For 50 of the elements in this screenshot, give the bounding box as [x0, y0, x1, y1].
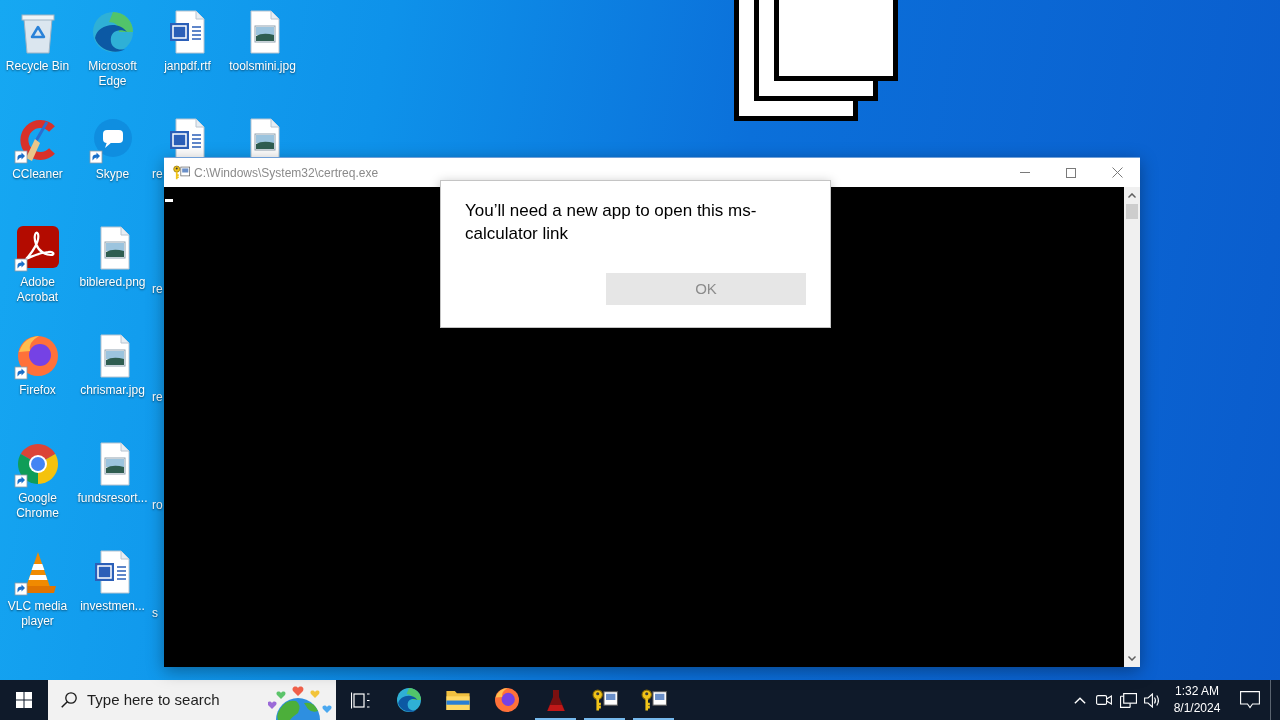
key-certificate-icon [640, 689, 667, 711]
close-icon [1111, 167, 1123, 178]
flask-icon [546, 689, 565, 711]
volume-icon [1143, 692, 1161, 708]
key-certificate-icon [591, 689, 618, 711]
icon-label[interactable]: CCleaner [0, 167, 75, 182]
icon-label[interactable]: fundsresort... [75, 491, 150, 506]
icon-label[interactable]: VLC media player [0, 599, 75, 629]
chevron-down-icon [1128, 656, 1136, 661]
icon-label[interactable]: chrismar.jpg [75, 383, 150, 398]
icon-label[interactable]: investmen... [75, 599, 150, 614]
chevron-up-icon [1074, 696, 1086, 704]
task-view-icon [350, 691, 370, 709]
icon-label[interactable]: toolsmini.jpg [225, 59, 300, 74]
icon-label[interactable]: Skype [75, 167, 150, 182]
search-placeholder: Type here to search [87, 689, 220, 710]
notifications-icon [1240, 691, 1260, 709]
search-field[interactable]: Type here to search [48, 680, 336, 720]
dialog-message: You’ll need a new app to open this ms-calculator link [465, 200, 758, 245]
icon-label[interactable]: Firefox [0, 383, 75, 398]
icon-label[interactable]: re [150, 390, 163, 405]
icon-label[interactable]: re [150, 282, 163, 297]
clock-date: 8/1/2024 [1173, 700, 1221, 717]
browser-logo-icon [494, 688, 519, 712]
icon-label[interactable]: Adobe Acrobat [0, 275, 75, 305]
icon-label[interactable]: biblered.png [75, 275, 150, 290]
icon-label[interactable]: s [150, 606, 158, 621]
camera-icon [1096, 694, 1112, 706]
windows-logo-icon [16, 692, 32, 708]
browser-logo-icon [396, 688, 421, 712]
key-certificate-icon [173, 165, 190, 180]
clock-time: 1:32 AM [1175, 683, 1219, 700]
globe-hearts-illustration [268, 685, 332, 720]
icon-label[interactable]: Microsoft Edge [75, 59, 150, 89]
icon-label[interactable]: re [150, 167, 163, 182]
network-monitor-icon [1119, 692, 1137, 708]
maximize-icon [1066, 167, 1076, 178]
text-cursor [165, 199, 173, 202]
icon-label[interactable]: Google Chrome [0, 491, 75, 521]
window-title: C:\Windows\System32\certreq.exe [194, 164, 379, 182]
icon-label[interactable]: ro [150, 498, 163, 513]
scrollbar-thumb[interactable] [1126, 204, 1138, 219]
folder-icon [445, 690, 470, 710]
icon-label[interactable]: Recycle Bin [0, 59, 75, 74]
minimize-icon [1020, 172, 1030, 173]
pdf-reader-logo-icon[interactable] [13, 224, 62, 272]
icon-label[interactable]: janpdf.rtf [150, 59, 225, 74]
search-icon [61, 692, 77, 708]
chevron-up-icon [1128, 193, 1136, 198]
clock-button[interactable]: 1:32 AM 8/1/2024 [1164, 680, 1230, 720]
